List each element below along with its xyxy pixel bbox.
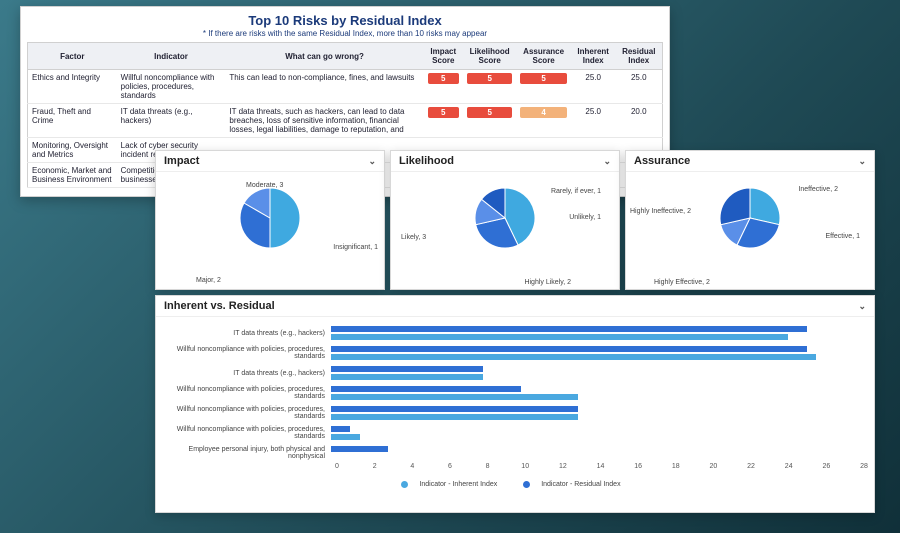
pie-label: Highly Effective, 2 <box>654 279 710 286</box>
bar-legend: Indicator - Inherent Index Indicator - R… <box>166 481 864 488</box>
pie-label: Highly Likely, 2 <box>524 279 571 286</box>
score-badge: 5 <box>428 73 459 84</box>
score-badge: 5 <box>520 73 566 84</box>
col-header: Inherent Index <box>571 43 616 70</box>
card-title: Impact <box>164 155 199 167</box>
pie-label: Insignificant, 1 <box>333 244 378 251</box>
table-row: Fraud, Theft and CrimeIT data threats (e… <box>28 104 663 138</box>
card-title: Likelihood <box>399 155 454 167</box>
chevron-down-icon[interactable]: ⌄ <box>368 156 376 167</box>
col-header: Residual Index <box>616 43 663 70</box>
score-badge: 4 <box>520 107 566 118</box>
chevron-down-icon[interactable]: ⌄ <box>603 156 611 167</box>
bar-row: Willful noncompliance with policies, pro… <box>166 343 864 363</box>
inherent-vs-residual-card: Inherent vs. Residual ⌄ IT data threats (… <box>155 295 875 513</box>
pie-label: Unlikely, 1 <box>569 214 601 221</box>
score-badge: 5 <box>428 107 459 118</box>
pie-label: Highly Ineffective, 2 <box>630 208 691 215</box>
col-header: What can go wrong? <box>225 43 423 70</box>
col-header: Factor <box>28 43 117 70</box>
col-header: Indicator <box>117 43 226 70</box>
assurance-card: Assurance ⌄ Highly Ineffective, 2 Ineffect… <box>625 150 875 290</box>
chevron-down-icon[interactable]: ⌄ <box>858 156 866 167</box>
bar-row: Willful noncompliance with policies, pro… <box>166 403 864 423</box>
bar-row: Employee personal injury, both physical … <box>166 443 864 463</box>
pie-label: Moderate, 3 <box>246 182 283 189</box>
pie-label: Likely, 3 <box>401 234 426 241</box>
pie-label: Rarely, if ever, 1 <box>551 188 601 195</box>
col-header: Likelihood Score <box>463 43 517 70</box>
col-header: Assurance Score <box>516 43 570 70</box>
card-title: Inherent vs. Residual <box>164 300 275 312</box>
likelihood-card: Likelihood ⌄ Likely, 3 Highly Likely, 2 Unl… <box>390 150 620 290</box>
score-badge: 5 <box>467 107 513 118</box>
table-row: Ethics and IntegrityWillful noncomplianc… <box>28 70 663 104</box>
col-header: Impact Score <box>424 43 463 70</box>
risk-table-title: Top 10 Risks by Residual Index <box>27 13 663 28</box>
bar-row: Willful noncompliance with policies, pro… <box>166 383 864 403</box>
risk-table-note: * If there are risks with the same Resid… <box>27 29 663 38</box>
chevron-down-icon[interactable]: ⌄ <box>858 301 866 312</box>
bar-row: Willful noncompliance with policies, pro… <box>166 423 864 443</box>
pie-label: Effective, 1 <box>825 233 860 240</box>
card-title: Assurance <box>634 155 690 167</box>
pie-label: Ineffective, 2 <box>798 186 838 193</box>
score-badge: 5 <box>467 73 513 84</box>
impact-card: Impact ⌄ Moderate, 3 Major, 2 Insignificant… <box>155 150 385 290</box>
bar-row: IT data threats (e.g., hackers) <box>166 363 864 383</box>
bar-row: IT data threats (e.g., hackers) <box>166 323 864 343</box>
pie-label: Major, 2 <box>196 277 221 284</box>
